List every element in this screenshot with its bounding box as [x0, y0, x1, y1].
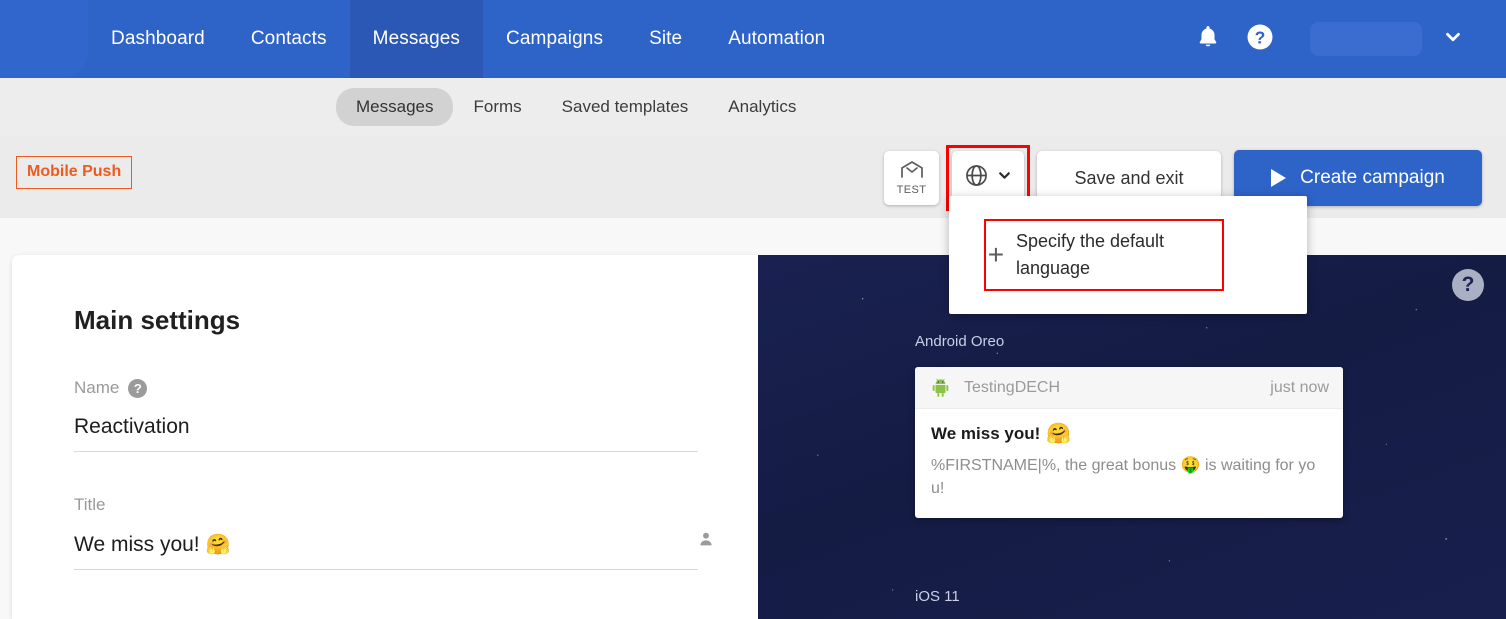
play-icon [1271, 169, 1287, 187]
field-title: Title We miss you! 🤗 [74, 495, 712, 570]
notifications-button[interactable] [1182, 13, 1234, 65]
notification-title: We miss you! [931, 423, 1041, 443]
notification-header: TestingDECH just now [915, 367, 1343, 409]
person-icon[interactable] [698, 530, 714, 554]
notification-title-emoji: 🤗 [1046, 423, 1072, 445]
notification-title-row: We miss you! 🤗 [931, 421, 1327, 446]
send-test-button[interactable]: TEST [884, 151, 939, 205]
sub-navigation-tabs: Messages Forms Saved templates Analytics [336, 88, 816, 126]
title-input[interactable]: We miss you! 🤗 [74, 532, 712, 570]
nav-item-contacts[interactable]: Contacts [228, 0, 350, 78]
envelope-open-icon [900, 160, 924, 183]
tab-forms[interactable]: Forms [453, 88, 541, 126]
notification-app-name: TestingDECH [964, 378, 1061, 396]
field-name-label: Name [74, 378, 120, 397]
top-navigation-bar: Dashboard Contacts Messages Campaigns Si… [0, 0, 1506, 78]
field-name-label-row: Name ? [74, 378, 698, 398]
nav-item-automation[interactable]: Automation [705, 0, 848, 78]
specify-default-language-item[interactable]: + Specify the default language [986, 221, 1222, 289]
notification-text: %FIRSTNAME|%, the great bonus 🤑 is waiti… [931, 454, 1327, 500]
os-label-android: Android Oreo [915, 333, 1005, 350]
notification-text-before: %FIRSTNAME|%, the great bonus [931, 457, 1181, 474]
main-settings-panel: Main settings Name ? Reactivation Title … [12, 255, 758, 619]
notification-text-emoji: 🤑 [1180, 457, 1201, 474]
preview-help-icon[interactable]: ? [1452, 269, 1484, 301]
field-title-label-row: Title [74, 495, 698, 515]
chevron-down-icon [996, 167, 1013, 189]
nav-item-site[interactable]: Site [626, 0, 705, 78]
question-circle-icon[interactable]: ? [128, 378, 148, 398]
notification-timestamp: just now [1270, 378, 1329, 396]
tab-messages[interactable]: Messages [336, 88, 454, 126]
nav-item-campaigns[interactable]: Campaigns [483, 0, 626, 78]
tab-analytics[interactable]: Analytics [708, 88, 816, 126]
tab-saved-templates[interactable]: Saved templates [542, 88, 709, 126]
channel-type-badge: Mobile Push [16, 156, 133, 189]
brand-logo-slot[interactable] [0, 0, 88, 78]
svg-text:?: ? [1255, 27, 1266, 47]
sub-navigation-bar: Messages Forms Saved templates Analytics [0, 78, 1506, 136]
android-robot-icon [930, 377, 951, 398]
help-button[interactable]: ? [1234, 13, 1286, 65]
page-title: Main settings [74, 305, 241, 335]
name-input[interactable]: Reactivation [74, 415, 698, 452]
field-name: Name ? Reactivation [74, 378, 698, 452]
nav-item-messages[interactable]: Messages [349, 0, 484, 78]
send-test-label: TEST [896, 184, 927, 196]
plus-icon: + [987, 239, 1005, 270]
globe-icon [964, 163, 989, 193]
android-notification-preview: TestingDECH just now We miss you! 🤗 %FIR… [915, 367, 1343, 519]
specify-default-language-label: Specify the default language [1015, 231, 1165, 278]
title-emoji: 🤗 [205, 534, 231, 556]
help-circle-icon: ? [1245, 22, 1275, 57]
create-campaign-label: Create campaign [1300, 167, 1445, 188]
field-title-label: Title [74, 495, 106, 514]
chevron-down-icon [1442, 26, 1464, 53]
top-nav-items: Dashboard Contacts Messages Campaigns Si… [88, 0, 848, 78]
bell-icon [1195, 23, 1221, 56]
os-label-ios: iOS 11 [915, 588, 960, 605]
language-dropdown-menu: + Specify the default language [949, 196, 1307, 314]
top-nav-right-group: ? [1182, 0, 1506, 78]
app-root: Dashboard Contacts Messages Campaigns Si… [0, 0, 1506, 619]
account-menu-button[interactable] [1430, 16, 1476, 62]
notification-body: We miss you! 🤗 %FIRSTNAME|%, the great b… [915, 409, 1343, 518]
title-input-value: We miss you! [74, 532, 200, 556]
name-input-value: Reactivation [74, 415, 190, 438]
nav-item-dashboard[interactable]: Dashboard [88, 0, 228, 78]
account-name-placeholder[interactable] [1310, 22, 1422, 56]
